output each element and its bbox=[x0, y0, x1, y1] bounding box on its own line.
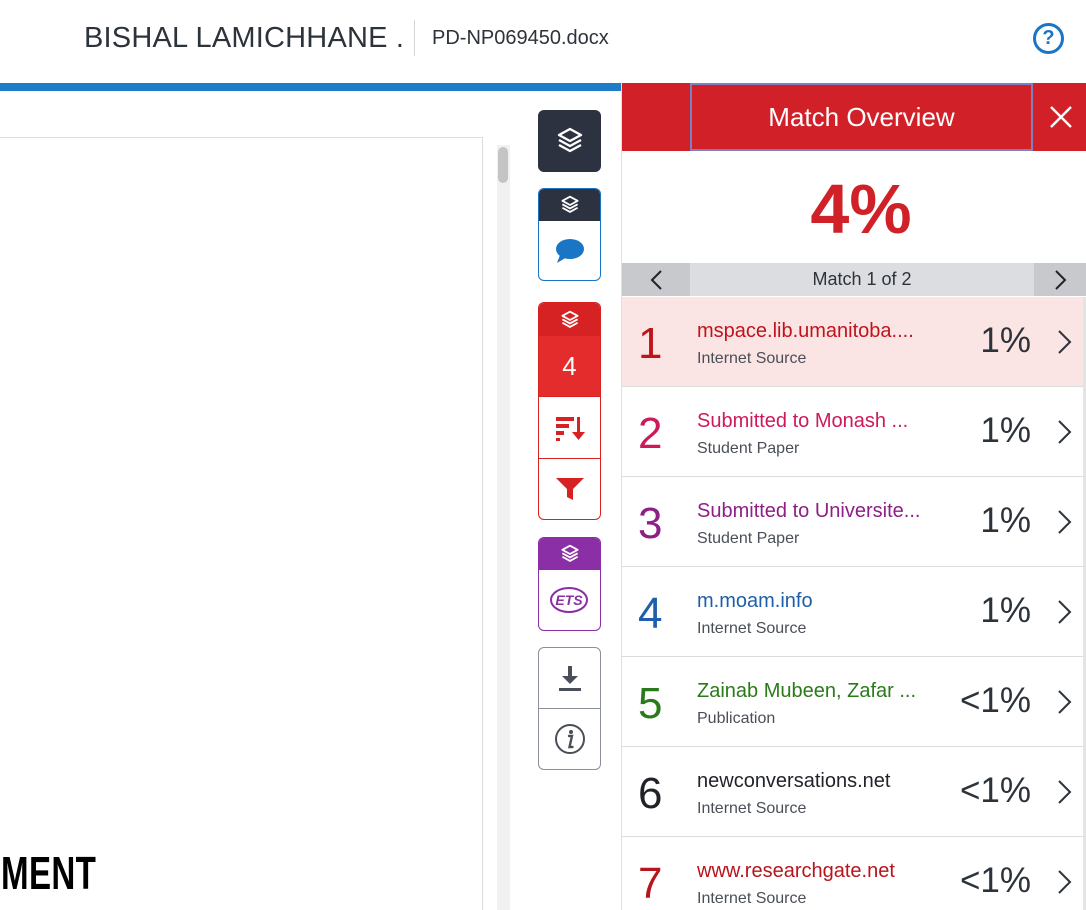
similarity-layer-button[interactable] bbox=[539, 303, 600, 336]
match-row[interactable]: 4 m.moam.info Internet Source 1% bbox=[622, 567, 1086, 657]
match-source-name[interactable]: Zainab Mubeen, Zafar ... bbox=[697, 680, 916, 703]
ets-layer-button[interactable] bbox=[539, 538, 600, 570]
match-number: 5 bbox=[638, 679, 663, 728]
layers-icon bbox=[557, 127, 582, 153]
sort-icon bbox=[555, 416, 585, 441]
close-icon bbox=[1049, 106, 1072, 128]
layers-icon bbox=[560, 544, 579, 562]
match-number: 3 bbox=[638, 499, 663, 548]
document-page: MENT bbox=[0, 137, 483, 910]
match-navigator: Match 1 of 2 bbox=[622, 263, 1086, 296]
match-number: 6 bbox=[638, 769, 663, 818]
match-percent: 1% bbox=[980, 321, 1031, 360]
sort-button[interactable] bbox=[539, 397, 600, 459]
document-scroll-thumb[interactable] bbox=[498, 147, 508, 183]
match-source-type: Student Paper bbox=[697, 530, 800, 547]
similarity-count[interactable]: 4 bbox=[539, 336, 600, 397]
match-number: 1 bbox=[638, 319, 663, 368]
match-number: 7 bbox=[638, 859, 663, 908]
match-percent: 1% bbox=[980, 411, 1031, 450]
match-source-type: Internet Source bbox=[697, 800, 807, 817]
document-viewer: MENT bbox=[0, 91, 621, 910]
document-scrollbar[interactable] bbox=[497, 145, 510, 910]
download-button[interactable] bbox=[539, 648, 600, 709]
match-position-label: Match 1 of 2 bbox=[812, 269, 912, 289]
match-source-type: Student Paper bbox=[697, 440, 800, 457]
chevron-right-icon[interactable] bbox=[1055, 867, 1075, 897]
match-row[interactable]: 1 mspace.lib.umanitoba.... Internet Sour… bbox=[622, 297, 1086, 387]
info-button[interactable] bbox=[539, 709, 600, 769]
next-match-button[interactable] bbox=[1034, 263, 1086, 296]
download-icon bbox=[558, 666, 581, 691]
match-row[interactable]: 7 www.researchgate.net Internet Source <… bbox=[622, 837, 1086, 910]
match-number: 2 bbox=[638, 409, 663, 458]
match-source-name[interactable]: www.researchgate.net bbox=[697, 860, 895, 883]
feedback-comment-button[interactable] bbox=[539, 221, 600, 280]
ets-icon: ETS bbox=[549, 587, 588, 613]
match-percent: <1% bbox=[959, 681, 1031, 720]
match-source-type: Internet Source bbox=[697, 620, 807, 637]
match-row[interactable]: 6 newconversations.net Internet Source <… bbox=[622, 747, 1086, 837]
layers-icon bbox=[560, 310, 579, 328]
panel-title[interactable]: Match Overview bbox=[690, 83, 1033, 151]
chevron-right-icon[interactable] bbox=[1055, 777, 1075, 807]
misc-tool-group bbox=[538, 647, 601, 770]
previous-match-button[interactable] bbox=[622, 263, 690, 296]
comment-icon bbox=[555, 238, 584, 263]
match-source-name[interactable]: m.moam.info bbox=[697, 590, 813, 613]
chevron-right-icon[interactable] bbox=[1055, 687, 1075, 717]
panel-header: Match Overview bbox=[622, 83, 1086, 151]
match-list: 1 mspace.lib.umanitoba.... Internet Sour… bbox=[622, 297, 1086, 910]
filter-button[interactable] bbox=[539, 459, 600, 519]
match-percent: 1% bbox=[980, 501, 1031, 540]
ets-button[interactable]: ETS bbox=[539, 570, 600, 630]
ets-label: ETS bbox=[555, 592, 583, 608]
feedback-tool-group bbox=[538, 188, 601, 281]
similarity-tool-group: 4 bbox=[538, 302, 601, 520]
author-name: BISHAL LAMICHHANE . bbox=[84, 22, 405, 54]
feedback-layer-button[interactable] bbox=[539, 189, 600, 221]
chevron-right-icon[interactable] bbox=[1055, 597, 1075, 627]
match-number: 4 bbox=[638, 589, 663, 638]
match-source-name[interactable]: Submitted to Universite... bbox=[697, 500, 920, 523]
chevron-right-icon[interactable] bbox=[1055, 327, 1075, 357]
match-percent: 1% bbox=[980, 591, 1031, 630]
match-source-name[interactable]: newconversations.net bbox=[697, 770, 890, 793]
chevron-right-icon bbox=[1054, 269, 1066, 290]
match-row[interactable]: 2 Submitted to Monash ... Student Paper … bbox=[622, 387, 1086, 477]
match-source-type: Internet Source bbox=[697, 890, 807, 907]
top-header: BISHAL LAMICHHANE . PD-NP069450.docx ? bbox=[0, 0, 1086, 83]
match-percent: <1% bbox=[959, 771, 1031, 810]
match-overview-panel: Match Overview 4% Match 1 of 2 1 mspace.… bbox=[621, 83, 1086, 910]
close-panel-button[interactable] bbox=[1034, 83, 1086, 151]
match-overview-layer-button[interactable] bbox=[538, 110, 601, 172]
chevron-left-icon bbox=[650, 269, 662, 290]
filter-icon bbox=[555, 478, 584, 500]
match-source-type: Internet Source bbox=[697, 350, 807, 367]
match-row[interactable]: 5 Zainab Mubeen, Zafar ... Publication <… bbox=[622, 657, 1086, 747]
match-source-type: Publication bbox=[697, 710, 776, 727]
match-row[interactable]: 3 Submitted to Universite... Student Pap… bbox=[622, 477, 1086, 567]
chevron-right-icon[interactable] bbox=[1055, 507, 1075, 537]
header-divider bbox=[414, 20, 415, 56]
ets-tool-group: ETS bbox=[538, 537, 601, 631]
info-icon bbox=[554, 724, 585, 754]
help-icon[interactable]: ? bbox=[1033, 23, 1064, 54]
document-top-bar bbox=[0, 83, 621, 91]
match-source-name[interactable]: mspace.lib.umanitoba.... bbox=[697, 320, 914, 343]
match-source-name[interactable]: Submitted to Monash ... bbox=[697, 410, 908, 433]
app-root: BISHAL LAMICHHANE . PD-NP069450.docx ? M… bbox=[0, 0, 1086, 910]
document-heading-fragment: MENT bbox=[1, 847, 97, 899]
match-percent: <1% bbox=[959, 861, 1031, 900]
layers-icon bbox=[560, 195, 579, 213]
file-name: PD-NP069450.docx bbox=[432, 27, 609, 49]
chevron-right-icon[interactable] bbox=[1055, 417, 1075, 447]
overall-similarity-percent: 4% bbox=[810, 170, 912, 248]
